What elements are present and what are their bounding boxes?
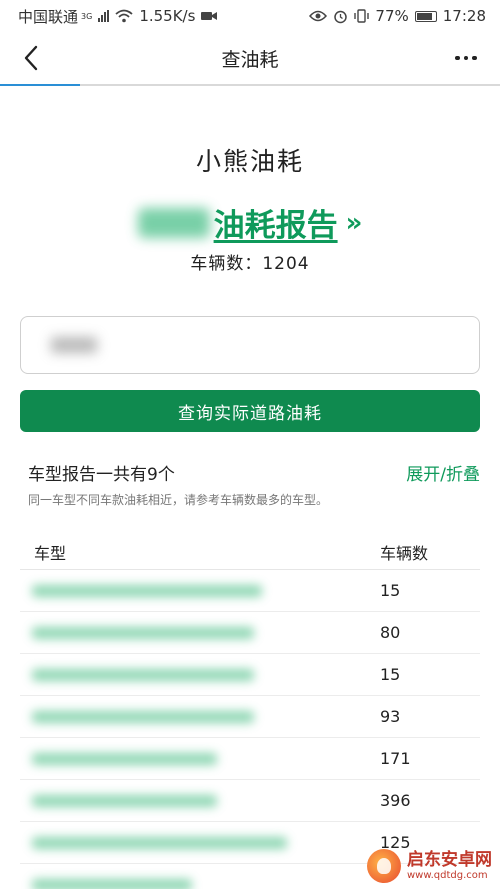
vehicle-count-cell: 15 [380,581,401,600]
report-link-label: 油耗报告 [213,208,338,244]
table-row[interactable]: 80 [20,612,480,654]
model-search-input[interactable] [20,316,480,374]
report-count: 车型报告一共有9个 [28,465,175,485]
battery-percent: 77% [375,7,409,25]
back-button[interactable] [14,38,48,78]
report-header: 车型报告一共有9个 展开/折叠 [28,460,480,485]
model-cell [20,696,380,737]
model-cell [20,864,380,889]
blurred-model-text [32,794,217,807]
table-row[interactable]: 15 [20,654,480,696]
blurred-model-text [32,836,287,849]
model-cell [20,654,380,695]
column-header-model: 车型 [34,543,67,563]
watermark-name: 启东安卓网 [407,850,492,871]
watermark-url: www.qdtdg.com [407,869,488,881]
column-header-count: 车辆数 [380,543,429,563]
model-cell [20,612,380,653]
vibrate-icon [354,9,370,23]
eye-icon [309,10,328,22]
table-row[interactable]: 93 [20,696,480,738]
watermark: 启东安卓网 www.qdtdg.com [367,849,492,883]
network-type: 3G [81,11,93,21]
table-row[interactable]: 396 [20,780,480,822]
fuel-report-link[interactable]: 油耗报告 » [137,200,363,245]
more-options-button[interactable] [446,38,486,78]
clock-time: 17:28 [442,7,486,25]
more-dot-icon [455,55,460,61]
blurred-model-text [32,752,217,765]
blurred-model-text [32,626,254,639]
carrier-label: 中国联通 [18,7,79,26]
vehicle-count-cell: 171 [380,749,411,768]
chevron-left-icon [24,45,38,71]
top-nav-bar: 查油耗 [0,32,500,84]
table-row[interactable]: 15 [20,570,480,612]
expand-collapse-toggle[interactable]: 展开/折叠 [406,460,480,485]
model-cell [20,570,380,611]
wifi-icon [115,9,133,23]
vehicle-count-cell: 396 [380,791,411,810]
video-icon [201,12,218,20]
network-speed: 1.55K/s [139,7,196,25]
vehicle-count-cell: 80 [380,623,401,642]
vehicle-count: 车辆数：1204 [190,254,310,274]
vehicle-count-cell: 93 [380,707,401,726]
vehicle-count-cell: 15 [380,665,401,684]
blurred-model-text [32,710,254,723]
model-cell [20,822,380,863]
signal-icon [98,10,110,22]
page-title: 查油耗 [221,48,279,71]
report-note: 同一车型不同车款油耗相近，请参考车辆数最多的车型。 [28,493,329,507]
blurred-model-text [32,584,262,597]
brand-title: 小熊油耗 [195,147,304,176]
table-row[interactable]: 171 [20,738,480,780]
blurred-model-text [32,668,254,681]
blurred-model-text [32,878,192,889]
nav-divider [0,84,500,86]
status-bar: 中国联通 3G 1.55K/s 77% 17:28 [0,0,500,32]
blurred-input-value [51,337,97,353]
battery-icon [414,10,437,22]
query-fuel-button[interactable]: 查询实际道路油耗 [20,390,480,432]
watermark-logo-icon [367,849,401,883]
alarm-icon [334,10,348,23]
blurred-model-name [137,207,210,238]
model-cell [20,780,380,821]
model-table: 15 80 15 93 171 396 125 [20,570,480,889]
table-header: 车型 车辆数 [20,534,480,570]
double-chevron-right-icon: » [345,207,363,238]
hero-section: 小熊油耗 油耗报告 » 车辆数：1204 [0,142,500,274]
model-cell [20,738,380,779]
